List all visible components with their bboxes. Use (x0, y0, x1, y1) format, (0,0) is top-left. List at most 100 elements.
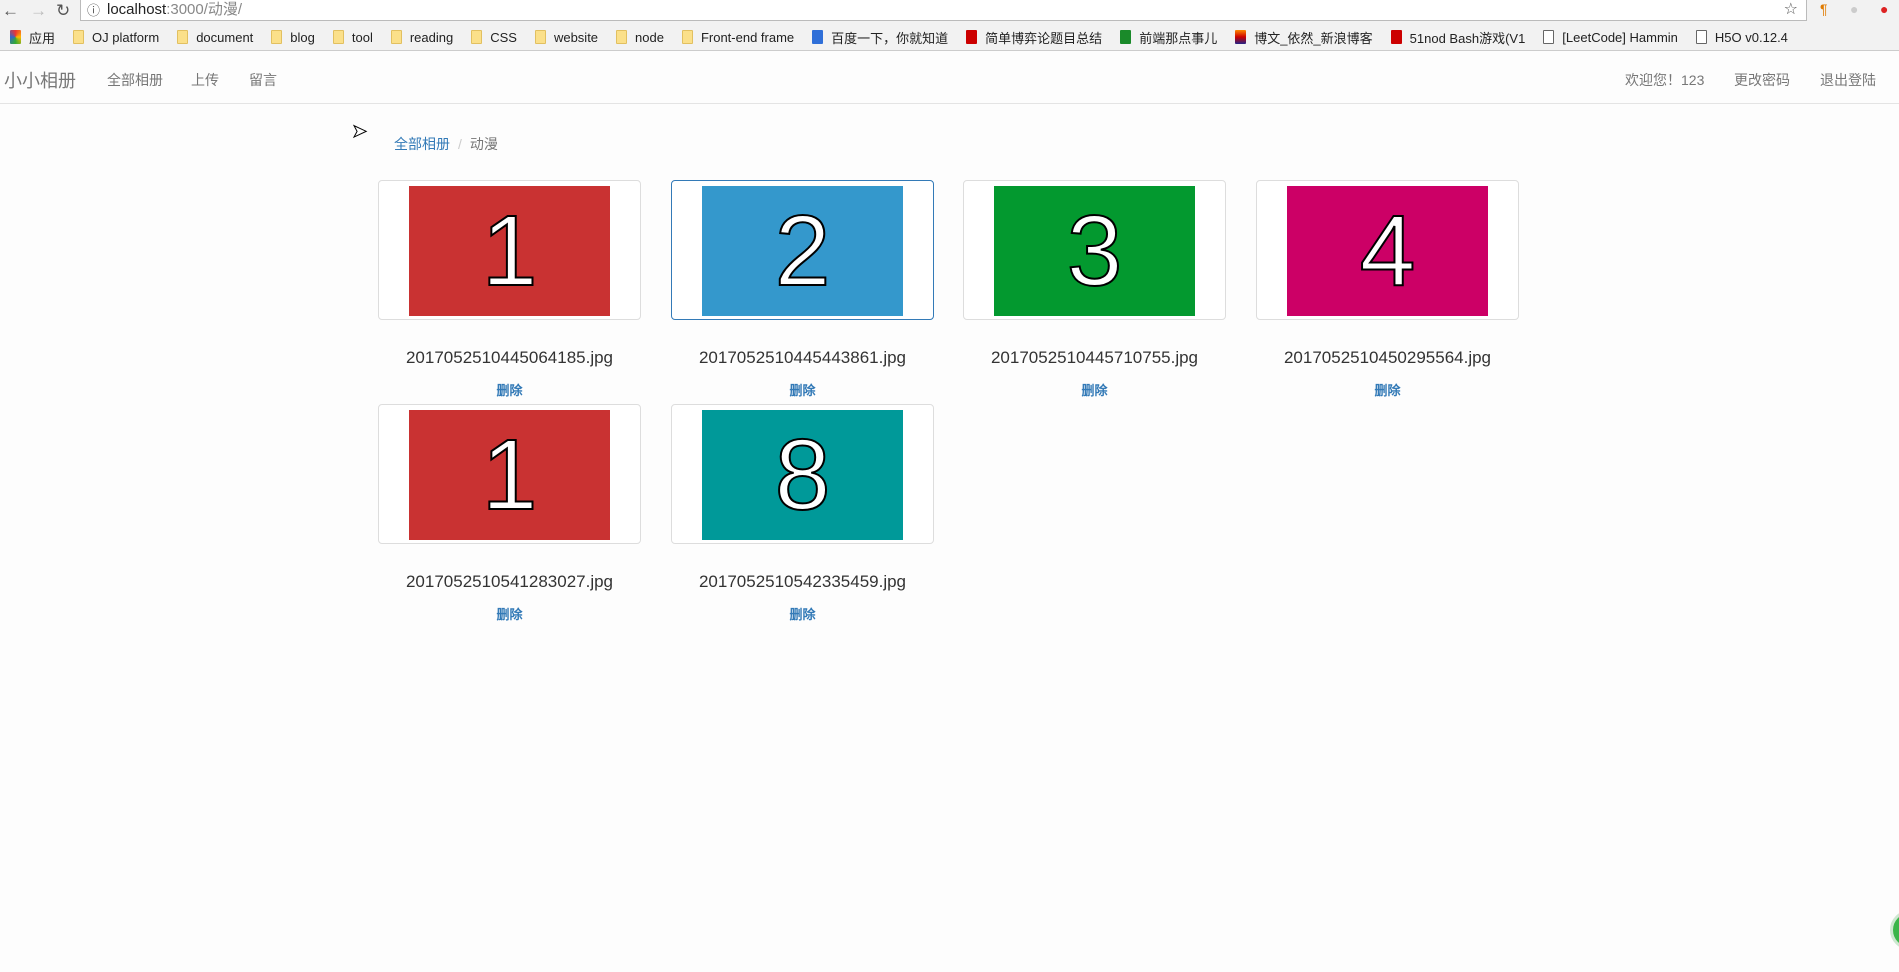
bookmark-label: OJ platform (92, 29, 160, 45)
photo-thumbnail[interactable]: 8 (671, 404, 934, 544)
nav-upload[interactable]: 上传 (191, 70, 219, 90)
bookmark-label: 51nod Bash游戏(V1 (1409, 30, 1526, 46)
mouse-cursor-icon: ➤ (351, 121, 368, 142)
bookmark-item[interactable]: website (534, 29, 599, 45)
folder-icon (332, 30, 344, 44)
bookmark-item[interactable]: [LeetCode] Hammin (1543, 30, 1678, 45)
bookmark-star-icon[interactable]: ☆ (1784, 0, 1798, 19)
url-path: :3000/动漫/ (166, 1, 243, 18)
delete-photo-link[interactable]: 删除 (378, 380, 641, 399)
bookmark-label: CSS (490, 29, 517, 45)
bookmark-item[interactable]: OJ platform (73, 30, 159, 45)
photo-image: 8 (702, 410, 903, 540)
bookmark-label: 应用 (29, 30, 56, 46)
photo-thumbnail[interactable]: 1 (378, 404, 641, 544)
page-icon (1695, 30, 1707, 44)
breadcrumb-root[interactable]: 全部相册 (394, 136, 450, 152)
photo-image: 1 (409, 186, 610, 316)
reload-icon[interactable]: ↻ (56, 1, 70, 21)
browser-toolbar: ← → ↻ ⓘ localhost:3000/动漫/ ☆ ¶ ● ● (0, 0, 1899, 24)
photo-thumbnail[interactable]: 2 (671, 180, 934, 320)
bookmark-label: Front-end frame (700, 29, 795, 45)
bookmark-label: H5O v0.12.4 (1714, 29, 1788, 45)
delete-photo-link[interactable]: 删除 (963, 380, 1226, 399)
folder-icon (534, 30, 546, 44)
nav-messages[interactable]: 留言 (249, 70, 277, 90)
nav-all-albums[interactable]: 全部相册 (107, 70, 163, 90)
folder-icon (271, 30, 283, 44)
extension-icon[interactable]: ● (1850, 1, 1858, 17)
extension-icon[interactable]: ● (1880, 1, 1888, 17)
folder-icon (390, 30, 402, 44)
photo-image: 4 (1287, 186, 1488, 316)
bookmark-label: reading (409, 29, 454, 45)
photo-image: 3 (994, 186, 1195, 316)
address-bar[interactable]: ⓘ localhost:3000/动漫/ ☆ (80, 0, 1807, 21)
bookmarks-bar: 应用 OJ platform document blog tool reading CSS w… (0, 24, 1899, 51)
bookmark-item[interactable]: 前端那点事儿 (1120, 28, 1217, 47)
bookmark-label: tool (351, 29, 373, 45)
photo-filename: 2017052510541283027.jpg (405, 572, 614, 591)
bookmark-label: 前端那点事儿 (1139, 30, 1218, 46)
apps-icon (10, 30, 21, 44)
bookmark-label: [LeetCode] Hammin (1562, 29, 1678, 45)
bookmark-item[interactable]: 博文_依然_新浪博客 (1235, 28, 1373, 47)
breadcrumb-separator: / (458, 136, 462, 152)
floating-widget-button[interactable] (1890, 910, 1899, 950)
brand[interactable]: 小小相册 (4, 67, 76, 93)
photo-image: 2 (702, 186, 903, 316)
bookmark-label: 简单博弈论题目总结 (985, 30, 1103, 46)
bookmark-label: node (635, 29, 664, 45)
forward-icon[interactable]: → (30, 1, 47, 21)
photo-thumbnail[interactable]: 4 (1256, 180, 1519, 320)
bookmark-item[interactable]: H5O v0.12.4 (1695, 29, 1788, 45)
bookmark-item[interactable]: Front-end frame (681, 29, 795, 45)
bookmark-item[interactable]: 应用 (10, 28, 55, 47)
bookmark-item[interactable]: 简单博弈论题目总结 (966, 28, 1102, 47)
bookmark-label: 百度一下，你就知道 (831, 30, 949, 46)
bookmark-item[interactable]: blog (271, 30, 315, 45)
photo-filename: 2017052510445443861.jpg (698, 348, 907, 367)
photo-image: 1 (409, 410, 610, 540)
url-host: localhost (107, 1, 167, 18)
bookmark-item[interactable]: reading (390, 29, 454, 45)
bookmark-item[interactable]: CSS (471, 30, 517, 45)
bookmark-label: website (553, 29, 599, 45)
bookmark-item[interactable]: 百度一下，你就知道 (812, 28, 948, 47)
delete-photo-link[interactable]: 删除 (671, 380, 934, 399)
folder-icon (616, 30, 628, 44)
change-password-link[interactable]: 更改密码 (1734, 70, 1790, 90)
baidu-icon (812, 30, 824, 44)
bookmark-item[interactable]: document (177, 30, 253, 45)
welcome-text: 欢迎您！123 (1625, 72, 1705, 88)
photo-filename: 2017052510450295564.jpg (1283, 348, 1492, 367)
bookmark-label: 博文_依然_新浪博客 (1254, 30, 1373, 46)
back-icon[interactable]: ← (2, 1, 19, 21)
folder-icon (471, 30, 483, 44)
bookmark-item[interactable]: 51nod Bash游戏(V1 (1390, 28, 1526, 47)
bookmark-label: document (196, 29, 254, 45)
photo-filename: 2017052510445710755.jpg (990, 348, 1199, 367)
photo-thumbnail[interactable]: 1 (378, 180, 641, 320)
csdn-icon (1390, 30, 1402, 44)
bookmark-item[interactable]: tool (332, 29, 373, 45)
site-icon (1120, 30, 1132, 44)
csdn-icon (966, 30, 978, 44)
delete-photo-link[interactable]: 删除 (1256, 380, 1519, 399)
delete-photo-link[interactable]: 删除 (378, 604, 641, 623)
delete-photo-link[interactable]: 删除 (671, 604, 934, 623)
leetcode-icon (1543, 30, 1555, 44)
navbar: 小小相册 全部相册 上传 留言 欢迎您！123 更改密码 退出登陆 (0, 52, 1899, 104)
photo-thumbnail[interactable]: 3 (963, 180, 1226, 320)
breadcrumb: 全部相册 / 动漫 (394, 134, 498, 154)
bookmark-label: blog (290, 29, 315, 45)
bookmark-item[interactable]: node (616, 30, 664, 45)
folder-icon (681, 30, 693, 44)
info-icon[interactable]: ⓘ (87, 1, 100, 20)
breadcrumb-current: 动漫 (469, 136, 498, 152)
extension-icon[interactable]: ¶ (1820, 1, 1828, 17)
folder-icon (73, 30, 85, 44)
sina-icon (1235, 30, 1247, 44)
logout-link[interactable]: 退出登陆 (1820, 70, 1876, 90)
photo-filename: 2017052510445064185.jpg (405, 348, 614, 367)
